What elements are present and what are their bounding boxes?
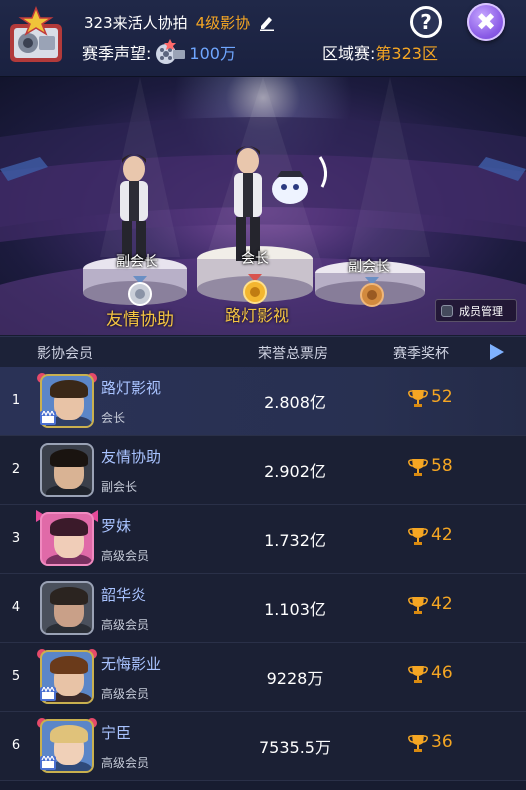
film-badge-icon (40, 687, 56, 701)
trophy-count: 58 (431, 456, 453, 476)
members-table-header: 影协会员 荣誉总票房 赛季奖杯 (0, 336, 526, 368)
member-name[interactable]: 友情协助 (101, 446, 161, 467)
column-votes: 荣誉总票房 (258, 346, 328, 362)
rank-number: 2 (11, 462, 21, 477)
box-office-votes: 7535.5万 (259, 738, 331, 757)
member-name[interactable]: 韶华炎 (101, 584, 146, 605)
member-role: 会长 (101, 411, 126, 425)
rank-number: 6 (11, 738, 21, 753)
rank-number: 1 (11, 393, 21, 408)
member-name[interactable]: 宁臣 (101, 722, 131, 743)
bronze-medal-icon (360, 277, 384, 307)
member-role: 高级会员 (101, 549, 150, 563)
member-management-label: 成员管理 (459, 304, 503, 318)
film-badge-icon (40, 411, 56, 425)
podium-title-left: 副会长 (116, 254, 158, 270)
region-label: 区域赛: (322, 44, 376, 63)
podium-stage: 副会长 会长 副会长 友情协助 路灯影视 成员管理 (0, 77, 526, 335)
region-value: 第323区 (375, 44, 438, 63)
club-title-line: 323来活人协拍 4级影协 (84, 11, 276, 33)
trophy-icon (408, 666, 428, 683)
president-name: 路灯影视 (225, 306, 290, 325)
table-row[interactable]: 6 宁臣 高级会员 7535.5万 36 (0, 712, 526, 781)
gold-medal-icon (243, 274, 267, 304)
rank-number: 4 (11, 600, 21, 615)
box-office-votes: 1.732亿 (264, 531, 326, 550)
club-level: 4级影协 (195, 13, 251, 32)
box-office-votes: 9228万 (266, 669, 324, 688)
season-reputation: 赛季声望: 100万 (82, 39, 236, 64)
member-role: 高级会员 (101, 687, 150, 701)
trophy-icon (408, 459, 428, 476)
club-name: 323来活人协拍 (84, 13, 188, 32)
trophy-count: 42 (431, 594, 453, 614)
members-list: 1 路灯影视 会长 2.808亿 52 2 友情协助 副会长 2.902亿 58… (0, 367, 526, 781)
region-match: 区域赛: 第323区 (322, 40, 438, 64)
season-label: 赛季声望: (82, 44, 152, 63)
box-office-votes: 1.103亿 (264, 600, 326, 619)
trophy-icon (408, 390, 428, 407)
box-office-votes: 2.902亿 (264, 462, 326, 481)
trophy-icon (408, 735, 428, 752)
table-row[interactable]: 5 无悔影业 高级会员 9228万 46 (0, 643, 526, 712)
member-management-toggle[interactable]: 成员管理 (435, 299, 517, 322)
trophy-count: 36 (431, 732, 453, 752)
avatar[interactable] (40, 581, 94, 635)
help-button[interactable]: ? (410, 6, 442, 38)
member-name[interactable]: 罗妹 (101, 515, 131, 536)
edit-icon[interactable] (258, 13, 276, 31)
play-arrow-icon[interactable] (487, 343, 505, 361)
trophy-count: 42 (431, 525, 453, 545)
trophy-icon (408, 528, 428, 545)
trophy-count: 46 (431, 663, 453, 683)
member-name[interactable]: 无悔影业 (101, 653, 161, 674)
avatar[interactable] (40, 512, 94, 566)
vice-president-name: 友情协助 (106, 310, 174, 330)
table-row[interactable]: 2 友情协助 副会长 2.902亿 58 (0, 436, 526, 505)
podium-title-center: 会长 (241, 251, 269, 267)
close-button[interactable]: ✖ (467, 3, 505, 41)
member-role: 高级会员 (101, 618, 150, 632)
club-header: 323来活人协拍 4级影协 赛季声望: 100万 区域赛: 第323区 ? ✖ (0, 0, 526, 77)
member-role: 高级会员 (101, 756, 150, 770)
column-member: 影协会员 (37, 346, 93, 362)
member-role: 副会长 (101, 480, 138, 494)
member-name[interactable]: 路灯影视 (101, 377, 161, 398)
avatar[interactable] (40, 443, 94, 497)
film-camera-logo-icon (10, 6, 62, 62)
member-management-checkbox[interactable] (441, 304, 453, 317)
box-office-votes: 2.808亿 (264, 393, 326, 412)
trophy-icon (408, 597, 428, 614)
film-badge-icon (40, 756, 56, 770)
table-row[interactable]: 3 罗妹 高级会员 1.732亿 42 (0, 505, 526, 574)
table-row[interactable]: 4 韶华炎 高级会员 1.103亿 42 (0, 574, 526, 643)
silver-medal-icon (128, 276, 152, 306)
table-row[interactable]: 1 路灯影视 会长 2.808亿 52 (0, 367, 526, 436)
column-reward: 赛季奖杯 (393, 346, 449, 362)
rank-number: 5 (11, 669, 21, 684)
season-value: 100万 (189, 44, 236, 63)
rank-number: 3 (11, 531, 21, 546)
podium-title-right: 副会长 (348, 259, 390, 275)
film-reel-icon (156, 39, 186, 64)
trophy-count: 52 (431, 387, 453, 407)
